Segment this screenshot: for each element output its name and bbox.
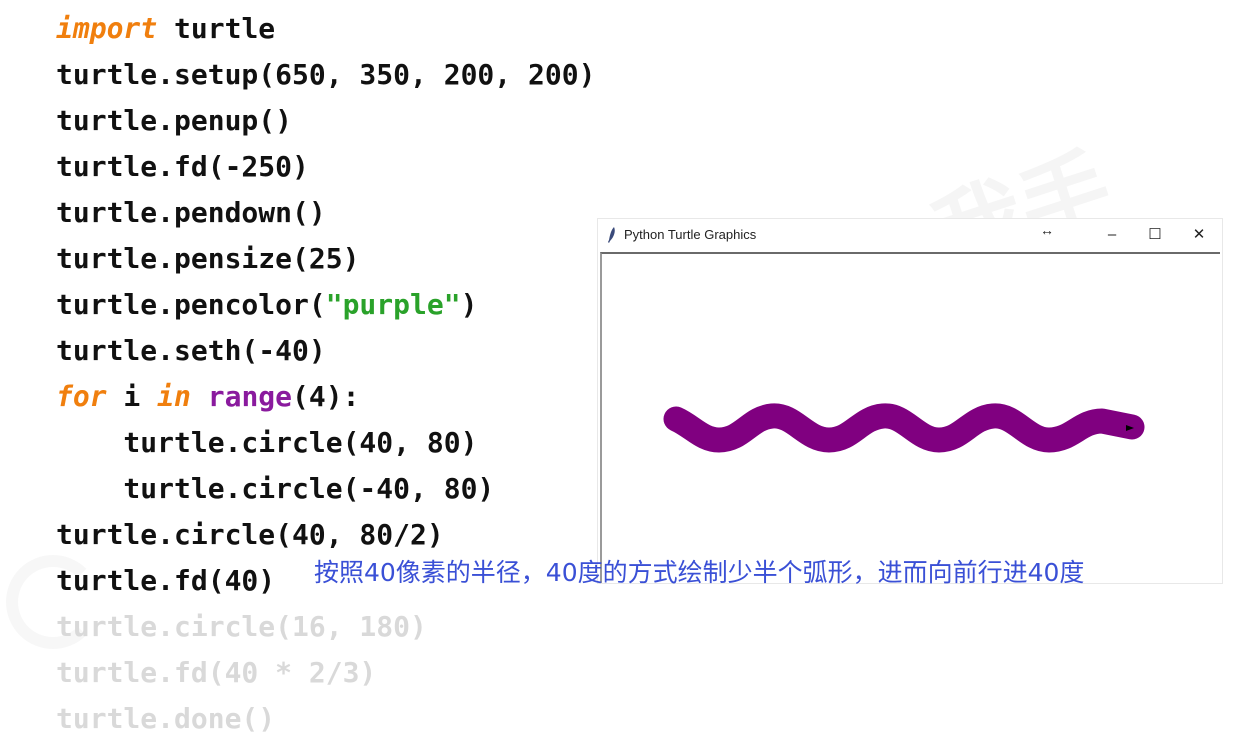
code-line: turtle.penup(): [56, 98, 595, 144]
code-line: turtle.pencolor("purple"): [56, 282, 595, 328]
code-line: turtle.setup(650, 350, 200, 200): [56, 52, 595, 98]
code-line: turtle.circle(40, 80/2): [56, 512, 595, 558]
code-token: turtle.penup(): [56, 104, 293, 137]
code-token: turtle.setup(650, 350, 200, 200): [56, 58, 596, 91]
code-token: turtle.circle(40, 80): [56, 426, 478, 459]
code-line: turtle.seth(-40): [56, 328, 595, 374]
purple-snake-stroke: [663, 403, 1145, 453]
code-line: turtle.pensize(25): [56, 236, 595, 282]
code-token: turtle: [157, 12, 276, 45]
code-token: turtle.pendown(): [56, 196, 326, 229]
maximize-button[interactable]: ☐: [1141, 223, 1169, 247]
resize-cursor-icon: ↔: [1040, 222, 1054, 238]
code-token: for: [56, 380, 107, 413]
explanation-caption: 按照40像素的半径，40度的方式绘制少半个弧形，进而向前行进40度: [314, 558, 1085, 587]
code-line: turtle.circle(-40, 80): [56, 466, 595, 512]
code-token: "purple": [325, 288, 461, 321]
code-token: (4):: [292, 380, 360, 413]
turtle-canvas: [600, 252, 1220, 583]
code-token: turtle.seth(-40): [56, 334, 326, 367]
code-token: turtle.circle(-40, 80): [56, 472, 495, 505]
code-token: turtle.fd(40): [56, 564, 276, 597]
code-token: ): [460, 288, 478, 321]
feather-icon: [608, 227, 615, 243]
code-token: turtle.done(): [56, 702, 276, 735]
code-token: turtle.pensize(25): [56, 242, 360, 275]
turtle-drawing: [663, 403, 1145, 453]
code-line: turtle.circle(16, 180): [56, 604, 595, 650]
code-line: turtle.fd(40 * 2/3): [56, 650, 595, 696]
window-titlebar[interactable]: Python Turtle Graphics ↔ – ☐ ✕: [598, 219, 1222, 252]
code-block: import turtle turtle.setup(650, 350, 200,…: [56, 6, 595, 742]
code-line: for i in range(4):: [56, 374, 595, 420]
code-line: turtle.circle(40, 80): [56, 420, 595, 466]
code-token: i: [106, 380, 158, 413]
code-line: turtle.pendown(): [56, 190, 595, 236]
code-token: turtle.pencolor(: [56, 288, 326, 321]
code-token: turtle.fd(-250): [56, 150, 309, 183]
close-button[interactable]: ✕: [1185, 223, 1213, 247]
turtle-graphics-window: Python Turtle Graphics ↔ – ☐ ✕: [598, 219, 1222, 583]
code-line: import turtle: [56, 6, 595, 52]
code-token: range: [207, 380, 293, 413]
window-title: Python Turtle Graphics: [624, 227, 757, 242]
code-token: in: [157, 380, 191, 413]
code-token: turtle.fd(40 * 2/3): [56, 656, 377, 689]
code-token: turtle.circle(40, 80/2): [56, 518, 444, 551]
code-token: import: [56, 12, 158, 45]
code-line: turtle.fd(-250): [56, 144, 595, 190]
code-token: turtle.circle(16, 180): [56, 610, 427, 643]
minimize-button[interactable]: –: [1098, 223, 1126, 247]
code-line: turtle.done(): [56, 696, 595, 742]
